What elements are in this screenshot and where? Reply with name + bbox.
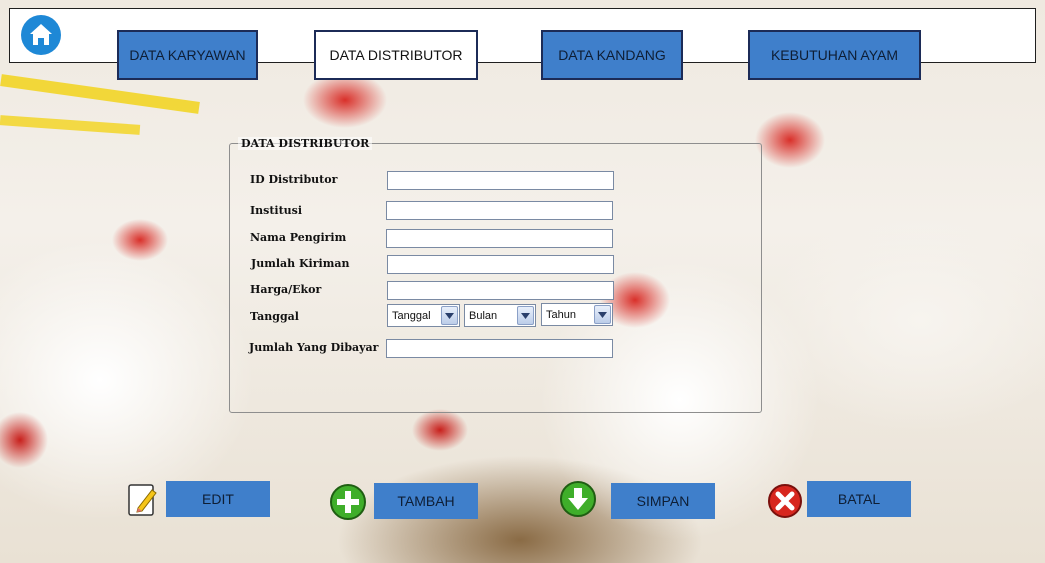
label-harga-ekor: Harga/Ekor xyxy=(250,283,322,296)
institusi-input[interactable] xyxy=(386,201,613,220)
label-id-distributor: ID Distributor xyxy=(250,173,338,186)
home-icon xyxy=(20,14,62,59)
label-nama-pengirim: Nama Pengirim xyxy=(250,231,347,244)
harga-ekor-input[interactable] xyxy=(387,281,614,300)
cancel-x-icon[interactable] xyxy=(767,483,803,522)
bulan-select[interactable]: Bulan xyxy=(464,304,536,327)
form-title: DATA DISTRIBUTOR xyxy=(238,137,373,150)
label-tanggal: Tanggal xyxy=(250,310,299,323)
tambah-button[interactable]: TAMBAH xyxy=(374,483,478,519)
bulan-select-value: Bulan xyxy=(469,309,498,322)
label-jumlah-dibayar: Jumlah Yang Dibayar xyxy=(249,341,379,354)
edit-note-icon[interactable] xyxy=(128,484,158,519)
tab-data-karyawan[interactable]: DATA KARYAWAN xyxy=(117,30,258,80)
chevron-down-icon xyxy=(441,306,458,325)
background-feeder-beam xyxy=(0,115,141,135)
tanggal-select-value: Tanggal xyxy=(392,309,431,322)
label-jumlah-kiriman: Jumlah Kiriman xyxy=(251,257,350,270)
tahun-select[interactable]: Tahun xyxy=(541,303,613,326)
edit-button[interactable]: EDIT xyxy=(166,481,270,517)
nama-pengirim-input[interactable] xyxy=(386,229,613,248)
chevron-down-icon xyxy=(517,306,534,325)
label-institusi: Institusi xyxy=(250,204,303,217)
tab-data-distributor[interactable]: DATA DISTRIBUTOR xyxy=(314,30,478,80)
id-distributor-input[interactable] xyxy=(387,171,614,190)
tahun-select-value: Tahun xyxy=(546,308,576,321)
simpan-button[interactable]: SIMPAN xyxy=(611,483,715,519)
batal-button[interactable]: BATAL xyxy=(807,481,911,517)
jumlah-dibayar-input[interactable] xyxy=(386,339,613,358)
background-feeder-beam xyxy=(0,74,200,114)
tab-data-kandang[interactable]: DATA KANDANG xyxy=(541,30,683,80)
add-plus-icon[interactable] xyxy=(329,483,367,524)
jumlah-kiriman-input[interactable] xyxy=(387,255,614,274)
tab-kebutuhan-ayam[interactable]: KEBUTUHAN AYAM xyxy=(748,30,921,80)
home-button[interactable] xyxy=(19,14,63,58)
tanggal-select[interactable]: Tanggal xyxy=(387,304,460,327)
down-arrow-save-icon[interactable] xyxy=(559,480,597,521)
chevron-down-icon xyxy=(594,305,611,324)
